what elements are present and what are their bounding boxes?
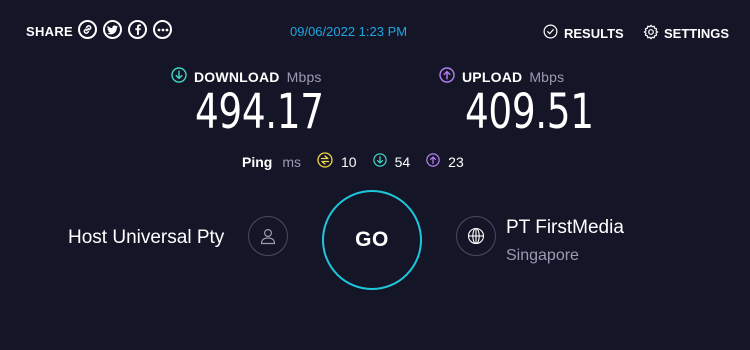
- facebook-icon[interactable]: [128, 20, 147, 39]
- download-arrow-icon: [171, 67, 187, 86]
- ping-unit: ms: [282, 153, 302, 170]
- upload-label: UPLOAD: [462, 68, 523, 85]
- upload-ping-icon: [426, 153, 440, 170]
- user-icon: [248, 216, 288, 256]
- upload-ping: 23: [426, 153, 464, 170]
- download-unit: Mbps: [286, 68, 322, 85]
- download-ping: 54: [372, 153, 411, 170]
- idle-ping-value: 10: [341, 153, 357, 170]
- go-label: GO: [355, 228, 389, 251]
- go-button[interactable]: GO: [322, 190, 422, 290]
- lightning-icon: [317, 152, 333, 171]
- download-label: DOWNLOAD: [194, 68, 280, 85]
- upload-arrow-icon: [439, 67, 455, 86]
- twitter-icon[interactable]: [103, 20, 122, 39]
- isp-name: Host Universal Pty: [68, 227, 225, 248]
- link-icon[interactable]: [78, 20, 97, 39]
- results-button[interactable]: RESULTS: [543, 24, 624, 42]
- share-label: SHARE: [26, 24, 74, 39]
- globe-icon[interactable]: [456, 216, 496, 256]
- upload-speed: 409.51: [465, 84, 594, 140]
- idle-ping: 10: [317, 152, 357, 171]
- result-timestamp[interactable]: 09/06/2022 1:23 PM: [290, 24, 407, 39]
- upload-unit: Mbps: [529, 68, 565, 85]
- upload-ping-value: 23: [448, 153, 464, 170]
- gear-icon: [643, 24, 659, 43]
- download-ping-value: 54: [394, 153, 411, 170]
- results-label: RESULTS: [564, 25, 624, 41]
- check-circle-icon: [543, 24, 558, 42]
- server-location[interactable]: Singapore: [506, 247, 579, 265]
- share-icons: [78, 20, 172, 39]
- settings-label: SETTINGS: [664, 26, 730, 41]
- download-speed: 494.17: [195, 84, 324, 140]
- server-name: PT FirstMedia: [506, 217, 624, 238]
- settings-button[interactable]: SETTINGS: [643, 24, 729, 43]
- more-icon[interactable]: [153, 20, 172, 39]
- download-ping-icon: [372, 153, 387, 170]
- ping-row: Ping ms 10 54 23: [242, 152, 480, 171]
- ping-label: Ping: [242, 153, 273, 170]
